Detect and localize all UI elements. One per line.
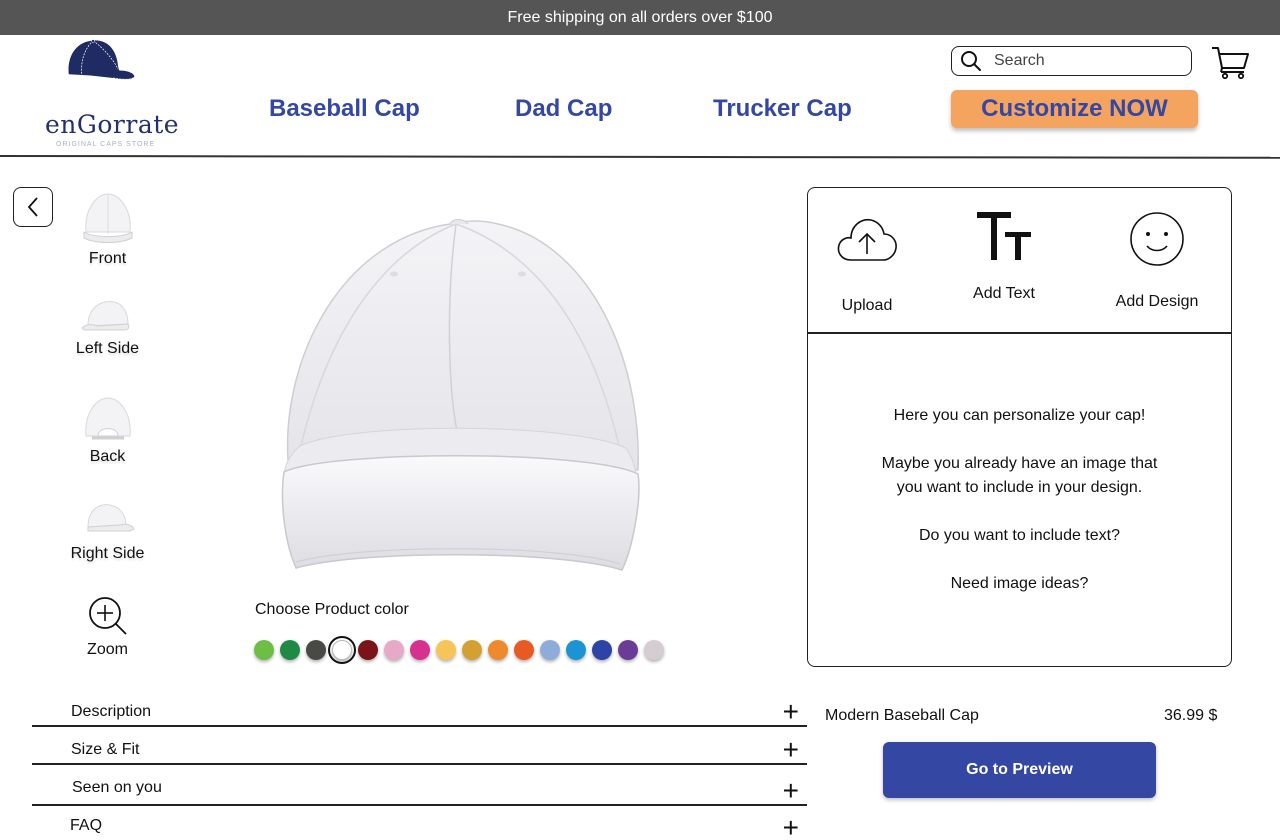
color-swatch[interactable] xyxy=(592,640,612,660)
color-swatch-list xyxy=(254,636,664,664)
go-to-preview-button[interactable]: Go to Preview xyxy=(883,742,1156,798)
color-swatch[interactable] xyxy=(540,640,560,660)
plus-icon: + xyxy=(782,734,799,765)
color-swatch[interactable] xyxy=(384,640,404,660)
nav-trucker-cap[interactable]: Trucker Cap xyxy=(713,95,852,123)
promo-banner: Free shipping on all orders over $100 xyxy=(0,0,1280,35)
cap-product-image xyxy=(281,219,640,571)
accordion-faq[interactable]: FAQ + xyxy=(32,812,807,840)
add-design-tool-label: Add Design xyxy=(1115,293,1199,310)
color-swatch[interactable] xyxy=(566,640,586,660)
search-icon[interactable] xyxy=(960,50,982,72)
color-swatch[interactable] xyxy=(280,640,300,660)
color-swatch[interactable] xyxy=(410,640,430,660)
chevron-left-icon xyxy=(27,197,38,217)
view-label-back: Back xyxy=(89,448,126,465)
plus-icon: + xyxy=(782,812,799,840)
accordion-label-size-fit: Size & Fit xyxy=(71,741,140,758)
panel-message-text: Do you want to include text? xyxy=(918,527,1120,544)
accordion-seen-on-you[interactable]: Seen on you + xyxy=(32,775,807,806)
text-size-icon xyxy=(977,212,1031,260)
product-name: Modern Baseball Cap xyxy=(825,707,979,724)
search-bar xyxy=(951,46,1192,76)
accordion-divider xyxy=(32,725,807,727)
view-label-right-side: Right Side xyxy=(70,545,145,562)
accordion-divider xyxy=(32,804,807,806)
panel-message-ideas: Need image ideas? xyxy=(950,575,1089,592)
accordion-divider xyxy=(32,763,807,765)
customize-panel: Upload Add Text Add Design Here you can … xyxy=(807,187,1232,667)
shopping-cart-icon[interactable] xyxy=(1210,44,1250,80)
plus-icon: + xyxy=(782,775,799,806)
accordion-description[interactable]: Description + xyxy=(32,696,807,727)
color-swatch[interactable] xyxy=(462,640,482,660)
color-swatch[interactable] xyxy=(488,640,508,660)
cloud-upload-icon xyxy=(837,218,897,261)
header-divider xyxy=(0,155,1280,159)
color-swatch[interactable] xyxy=(436,640,456,660)
view-thumb-right-side[interactable]: Right Side xyxy=(60,497,155,563)
panel-message-image: Maybe you already have an image that you… xyxy=(881,455,1158,496)
cap-back-thumbnail xyxy=(84,397,131,440)
color-swatch[interactable] xyxy=(306,640,326,660)
add-text-tool[interactable]: Add Text xyxy=(963,206,1045,303)
zoom-in-icon xyxy=(88,597,127,635)
add-design-tool[interactable]: Add Design xyxy=(1106,210,1208,311)
nav-baseball-cap[interactable]: Baseball Cap xyxy=(269,95,420,123)
customize-now-button[interactable]: Customize NOW xyxy=(951,90,1198,128)
view-thumb-left-side[interactable]: Left Side xyxy=(60,296,155,358)
cap-right-side-thumbnail xyxy=(86,504,135,532)
view-label-front: Front xyxy=(88,250,127,267)
color-swatch[interactable] xyxy=(514,640,534,660)
back-button[interactable] xyxy=(13,187,53,227)
search-input[interactable] xyxy=(994,52,1174,70)
promo-text: Free shipping on all orders over $100 xyxy=(507,8,773,26)
color-swatch[interactable] xyxy=(328,636,356,664)
product-price: 36.99 $ xyxy=(1164,707,1218,724)
color-swatch[interactable] xyxy=(644,640,664,660)
view-thumb-front[interactable]: Front xyxy=(60,190,155,268)
nav-dad-cap[interactable]: Dad Cap xyxy=(515,95,612,123)
zoom-control[interactable]: Zoom xyxy=(80,595,135,659)
brand-name: enGorrate xyxy=(45,110,180,139)
accordion-label-description: Description xyxy=(71,703,152,720)
plus-icon: + xyxy=(782,696,799,727)
accordion-label-faq: FAQ xyxy=(70,817,103,834)
color-swatch[interactable] xyxy=(358,640,378,660)
brand-tagline: ORIGINAL CAPS STORE xyxy=(56,141,156,148)
upload-tool[interactable]: Upload xyxy=(835,212,899,315)
smiley-icon xyxy=(1130,212,1184,266)
color-swatch[interactable] xyxy=(254,640,274,660)
upload-tool-label: Upload xyxy=(841,297,893,314)
cap-front-thumbnail xyxy=(83,193,132,243)
view-label-left-side: Left Side xyxy=(75,340,140,357)
accordion-size-fit[interactable]: Size & Fit + xyxy=(32,734,807,765)
cap-left-side-thumbnail xyxy=(80,301,129,331)
panel-divider xyxy=(808,332,1231,334)
add-text-tool-label: Add Text xyxy=(973,285,1035,302)
color-swatch[interactable] xyxy=(618,640,638,660)
panel-message-intro: Here you can personalize your cap! xyxy=(893,407,1146,424)
view-thumb-back[interactable]: Back xyxy=(60,394,155,466)
brand-logo-icon[interactable] xyxy=(40,38,170,108)
accordion-label-seen-on-you: Seen on you xyxy=(72,779,162,796)
zoom-label: Zoom xyxy=(87,641,128,658)
color-picker-label: Choose Product color xyxy=(255,601,409,618)
